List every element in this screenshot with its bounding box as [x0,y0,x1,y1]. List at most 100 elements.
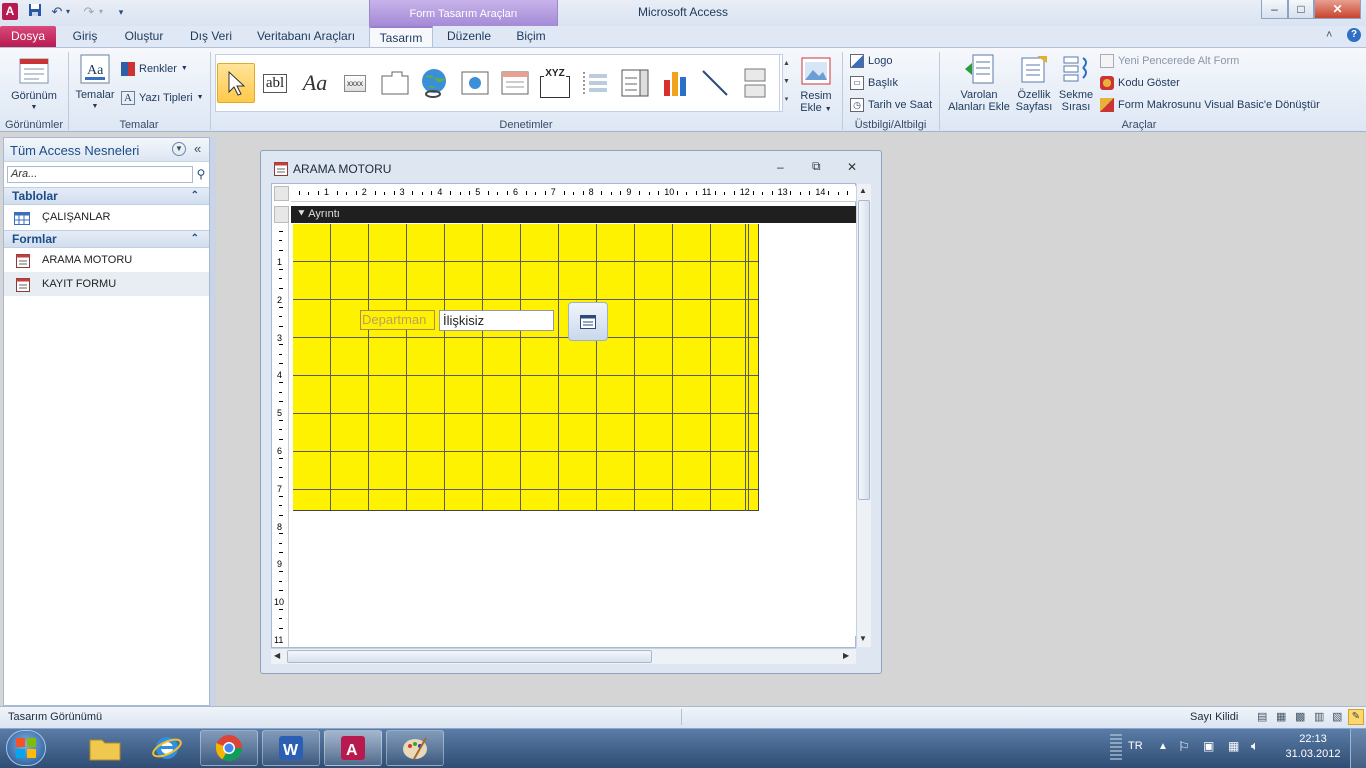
nav-item-arama-motoru[interactable]: ARAMA MOTORU [4,248,209,272]
view-button[interactable]: Görünüm ▼ [4,54,64,114]
navigation-control-icon[interactable] [497,64,533,102]
ruler-tick [279,571,283,573]
textbox-control-icon[interactable]: abl [257,64,293,102]
nav-item-kayit-formu[interactable]: KAYIT FORMU [4,272,209,296]
label-control-icon[interactable]: Aa [297,64,333,102]
detail-section-grid[interactable] [293,224,759,511]
nav-menu-dropdown-icon[interactable]: ▼ [172,142,186,156]
taskbar-explorer[interactable] [76,730,134,766]
devices-icon[interactable]: ▣ [1203,739,1214,753]
close-button[interactable]: ✕ [1314,0,1361,19]
combo-box-control-icon[interactable] [617,64,653,102]
form-vertical-scrollbar[interactable]: ▲ ▼ [856,184,871,647]
gallery-scroll[interactable]: ▲ ▼ ▾ [779,55,793,111]
taskbar-chrome[interactable] [200,730,258,766]
nav-group-tables[interactable]: Tablolar ⌃ [4,187,209,205]
chart-control-icon[interactable] [657,64,693,102]
button-control-icon[interactable]: xxxx [337,64,373,102]
tab-external-data[interactable]: Dış Veri [184,26,238,47]
collapse-ribbon-icon[interactable]: ˄ [1326,29,1332,41]
select-control-icon[interactable] [217,63,255,103]
convert-macros-button[interactable]: Form Makrosunu Visual Basic'e Dönüştür [1100,96,1320,114]
property-sheet-label-1: Özellik [1017,89,1051,101]
datetime-button[interactable]: ◷ Tarih ve Saat [850,96,932,114]
insert-image-button[interactable]: Resim Ekle ▼ [797,54,835,116]
taskbar-paint[interactable] [386,730,444,766]
horizontal-ruler[interactable]: 1 2 3 4 5 6 7 8 9 10 11 12 13 14 [291,186,856,202]
form-minimize-button[interactable]: – [777,160,784,174]
departman-label[interactable]: Departman [360,310,435,330]
show-hidden-icons-icon[interactable]: ▲ [1158,741,1168,752]
vertical-scroll-thumb[interactable] [858,200,870,500]
form-view-icon[interactable]: ▤ [1257,710,1267,723]
maximize-button[interactable]: □ [1288,0,1314,19]
scroll-down-icon[interactable]: ▼ [859,634,867,643]
design-view-icon[interactable]: ✎ [1348,709,1364,725]
group-label-themes: Temalar [119,119,159,131]
property-sheet-button[interactable]: Özellik Sayfası [1013,53,1055,113]
form-close-button[interactable]: ✕ [847,160,857,174]
scroll-left-icon[interactable]: ◀ [274,651,280,660]
tab-create[interactable]: Oluştur [117,26,171,47]
language-indicator[interactable]: TR [1128,740,1143,752]
title-button[interactable]: ▭ Başlık [850,74,898,92]
ruler-tick [279,429,282,431]
tab-control-icon[interactable] [377,64,413,102]
pivot-chart-view-icon[interactable]: ▥ [1314,710,1324,723]
line-control-icon[interactable] [697,64,733,102]
help-icon[interactable]: ? [1347,28,1361,42]
colors-button[interactable]: Renkler ▼ [121,60,188,78]
network-icon[interactable]: ▦ [1228,739,1239,753]
form-horizontal-scrollbar[interactable]: ◀ ▶ [271,648,856,664]
tab-design[interactable]: Tasarım [369,26,433,47]
departman-textbox[interactable]: İlişkisiz [439,310,554,331]
command-button[interactable] [568,302,608,341]
horizontal-scroll-thumb[interactable] [287,650,652,663]
toggle-control-icon[interactable] [737,64,773,102]
section-selector[interactable] [274,206,289,223]
taskbar-internet-explorer[interactable] [138,730,196,766]
subform-new-window-button[interactable]: Yeni Pencerede Alt Form [1100,52,1239,70]
minimize-button[interactable]: – [1261,0,1288,19]
clock[interactable]: 22:13 31.03.2012 [1285,733,1341,760]
taskbar-access[interactable]: A [324,730,382,766]
form-selector[interactable] [274,186,289,201]
nav-search-input[interactable]: Ara... [7,166,193,183]
scroll-right-icon[interactable]: ▶ [843,651,849,660]
layout-view-icon[interactable]: ▧ [1332,710,1342,723]
fonts-button[interactable]: A Yazı Tipleri ▼ [121,89,204,107]
form-restore-button[interactable]: ⧉ [812,159,821,174]
themes-button[interactable]: Aa Temalar ▼ [72,52,118,113]
tab-home[interactable]: Giriş [66,26,104,47]
page-break-control-icon[interactable] [577,64,613,102]
vertical-ruler[interactable]: 1 2 3 4 5 6 7 8 9 10 11 [273,223,289,647]
ruler-tick [346,192,348,195]
tab-order-button[interactable]: Sekme Sırası [1056,53,1096,113]
nav-group-forms[interactable]: Formlar ⌃ [4,230,209,248]
search-icon[interactable]: ⚲ [193,166,209,183]
view-code-button[interactable]: Kodu Göster [1100,74,1180,92]
taskbar-word[interactable]: W [262,730,320,766]
web-browser-control-icon[interactable] [457,64,493,102]
tab-file[interactable]: Dosya [0,26,56,47]
show-desktop-button[interactable] [1350,729,1366,768]
ruler-tick [459,192,461,195]
tab-format[interactable]: Biçim [510,26,552,47]
detail-section-bar[interactable]: ⯆ Ayrıntı [291,206,856,223]
nav-pane-header[interactable]: Tüm Access Nesneleri ▼ « [4,138,209,162]
tab-database-tools[interactable]: Veritabanı Araçları [252,26,360,47]
shutter-bar-close-icon[interactable]: « [194,141,201,156]
ruler-tick [279,382,283,384]
start-button[interactable] [6,730,46,766]
volume-icon[interactable]: 🔈︎ [1251,738,1259,754]
add-existing-fields-button[interactable]: Varolan Alanları Ekle [945,53,1013,113]
hyperlink-control-icon[interactable] [417,64,453,102]
datasheet-view-icon[interactable]: ▦ [1276,710,1286,723]
scroll-up-icon[interactable]: ▲ [859,186,867,195]
nav-item-calisanlar[interactable]: ÇALIŞANLAR [4,205,209,229]
pivot-table-view-icon[interactable]: ▩ [1295,710,1305,723]
tab-arrange[interactable]: Düzenle [441,26,497,47]
logo-button[interactable]: Logo [850,52,892,70]
action-center-flag-icon[interactable]: ⚐ [1178,739,1190,755]
option-group-control-icon[interactable]: XYZ [537,64,573,102]
